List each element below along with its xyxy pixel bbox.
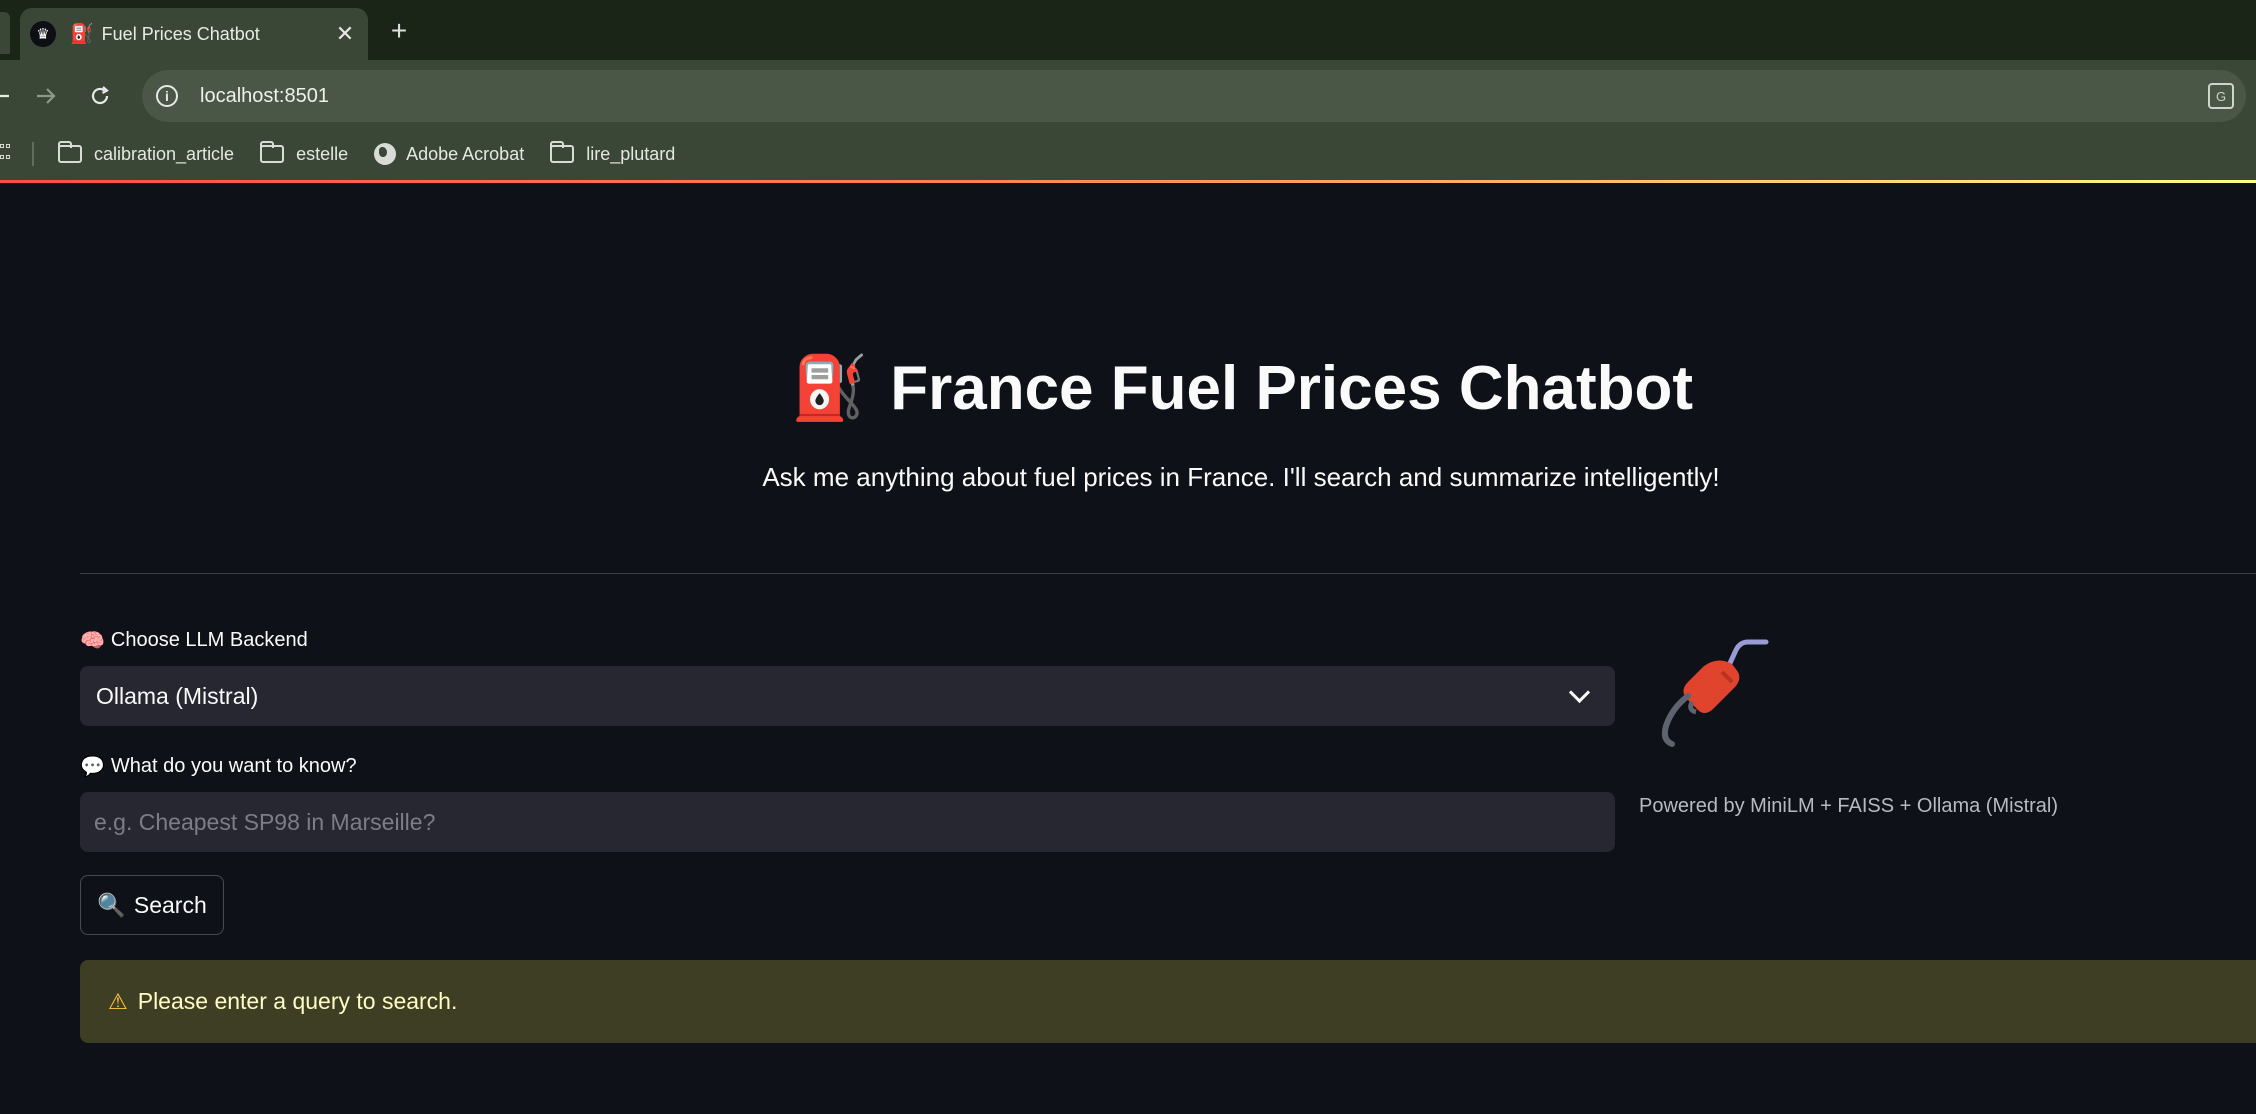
tab-title: Fuel Prices Chatbot [101,23,260,44]
url-text: localhost:8501 [200,84,329,107]
search-button-label: Search [133,891,207,918]
back-button[interactable] [0,76,20,116]
warning-alert: ⚠ Please enter a query to search. [80,960,2256,1043]
previous-tab[interactable] [0,12,10,54]
crown-icon: ♛ [30,21,56,47]
query-label-text: What do you want to know? [110,755,357,777]
folder-icon [260,141,285,163]
bookmark-label: Adobe Acrobat [406,143,525,164]
bookmark-label: estelle [296,143,349,164]
bookmarks-bar: calibration_article estelle Adobe Acroba… [0,132,675,176]
fuel-pump-icon: ⛽ [70,24,94,45]
backend-label: 🧠 Choose LLM Backend [80,628,308,653]
tab-fuel-prices-chatbot[interactable]: ♛ ⛽ Fuel Prices Chatbot ✕ [20,8,368,60]
reload-button[interactable] [80,76,120,116]
divider [80,573,2256,574]
warning-icon: ⚠ [108,988,128,1014]
apps-icon[interactable] [0,144,10,164]
powered-by-caption: Powered by MiniLM + FAISS + Ollama (Mist… [1639,795,2059,817]
llm-backend-select[interactable]: Ollama (Mistral) [80,666,1615,726]
warning-text: Please enter a query to search. [137,988,458,1014]
bookmark-lire-plutard[interactable]: lire_plutard [550,141,676,165]
arrow-left-icon [0,94,9,98]
new-tab-button[interactable]: + [382,14,416,48]
chevron-down-icon [1568,681,1591,703]
page-title-row: ⛽ France Fuel Prices Chatbot [0,352,2256,425]
query-label: 💬 What do you want to know? [80,754,357,779]
translate-icon[interactable]: G [2208,83,2234,109]
select-value: Ollama (Mistral) [96,682,259,709]
forward-button[interactable] [26,76,66,116]
page-title-text: France Fuel Prices Chatbot [890,354,1693,423]
bookmark-calibration-article[interactable]: calibration_article [58,141,235,165]
globe-icon [374,143,397,165]
query-input[interactable] [80,792,1615,852]
folder-icon [58,141,82,163]
address-bar[interactable]: i localhost:8501 G [142,70,2246,122]
bookmark-estelle[interactable]: estelle [260,141,349,165]
browser-toolbar: i localhost:8501 G calibration_article e… [0,60,2256,182]
folder-icon [550,141,575,163]
backend-label-text: Choose LLM Backend [110,629,308,651]
page-title: ⛽ France Fuel Prices Chatbot [791,352,1693,425]
site-info-icon[interactable]: i [156,85,178,107]
bookmark-label: lire_plutard [586,143,676,164]
search-button[interactable]: 🔍 Search [80,875,224,935]
streamlit-header-decoration [0,180,2256,183]
bookmarks-divider [32,142,34,166]
page-subtitle: Ask me anything about fuel prices in Fra… [762,462,1720,492]
arrow-right-icon [37,88,56,104]
close-icon[interactable]: ✕ [330,19,360,49]
bookmark-adobe-acrobat[interactable]: Adobe Acrobat [374,143,524,165]
browser-tabstrip: ♛ ⛽ Fuel Prices Chatbot ✕ + [0,0,2256,60]
fuel-pump-icon: ⛽ [791,354,869,423]
brain-icon: 🧠 [80,630,105,652]
fuel-nozzle-icon [1661,639,1769,747]
reload-icon [91,86,109,105]
magnifier-icon: 🔍 [97,891,126,918]
bookmark-label: calibration_article [94,143,235,164]
speech-bubble-icon: 💬 [80,756,105,778]
